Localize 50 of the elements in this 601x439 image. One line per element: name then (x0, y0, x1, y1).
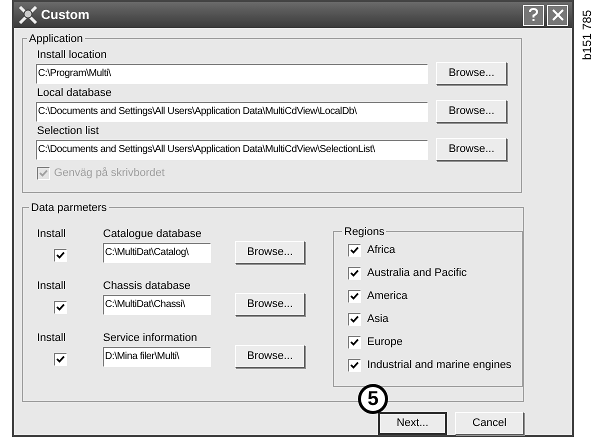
path-field[interactable]: C:\Documents and Settings\All Users\Application Data\MultiCdView\SelectionList\ (36, 140, 428, 160)
field-label: Service information (103, 331, 198, 345)
field-label: Selection list (37, 124, 100, 138)
field-label: Chassis database (103, 279, 192, 293)
path-field[interactable]: C:\MultiDat\Chassi\ (103, 294, 211, 314)
close-icon (552, 9, 564, 21)
group-title: Application (27, 31, 85, 48)
dialog-button[interactable]: Next... (378, 412, 447, 435)
checkbox[interactable] (348, 244, 362, 256)
region-label: Africa (367, 242, 396, 258)
path-field[interactable]: D:\Mina filer\Multi\ (103, 346, 211, 366)
field-label: Catalogue database (103, 227, 202, 241)
browse-button[interactable]: Browse... (436, 100, 507, 123)
help-button[interactable] (523, 4, 544, 26)
path-field[interactable]: C:\MultiDat\Catalog\ (103, 242, 211, 262)
field-label: Install location (37, 48, 108, 62)
region-label: Europe (367, 334, 403, 350)
checkbox[interactable] (348, 336, 362, 348)
install-label: Install (37, 279, 66, 293)
region-label: Asia (367, 312, 389, 327)
field-label: Local database (37, 86, 113, 100)
checkbox[interactable] (54, 301, 67, 314)
help-icon (528, 8, 539, 22)
path-field[interactable]: C:\Program\Multi\ (36, 64, 428, 84)
checkbox[interactable] (348, 266, 362, 280)
checkbox-label: Genväg på skrivbordet (54, 166, 165, 181)
checkbox[interactable] (348, 358, 362, 372)
dialog-button[interactable]: Cancel (455, 412, 524, 435)
region-label: America (367, 288, 408, 304)
window-title: Custom (41, 6, 90, 24)
browse-button[interactable]: Browse... (235, 293, 305, 316)
step-callout: 5 (358, 384, 388, 414)
app-icon (18, 6, 38, 24)
browse-button[interactable]: Browse... (235, 345, 305, 368)
group-title: Regions (342, 224, 386, 240)
install-label: Install (37, 227, 66, 241)
group-title: Data parmeters (29, 200, 109, 216)
path-field[interactable]: C:\Documents and Settings\All Users\Application Data\MultiCdView\LocalDb\ (36, 102, 428, 122)
checkbox[interactable] (54, 353, 67, 366)
region-label: Australia and Pacific (367, 266, 467, 281)
browse-button[interactable]: Browse... (235, 241, 305, 264)
close-button[interactable] (547, 4, 568, 26)
figure-code: b151 785 (580, 10, 596, 60)
checkbox[interactable] (348, 290, 362, 302)
region-label: Industrial and marine engines (367, 358, 512, 373)
install-label: Install (37, 331, 66, 345)
browse-button[interactable]: Browse... (436, 138, 507, 161)
checkbox[interactable] (348, 312, 362, 326)
browse-button[interactable]: Browse... (436, 62, 507, 85)
checkbox[interactable] (54, 249, 67, 262)
